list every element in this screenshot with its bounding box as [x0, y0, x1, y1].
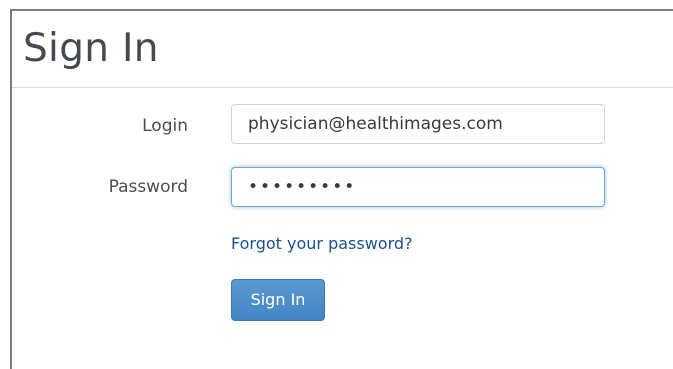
sign-in-button[interactable]: Sign In [231, 279, 325, 321]
password-label: Password [108, 177, 188, 197]
forgot-password-link[interactable]: Forgot your password? [231, 233, 413, 255]
login-input[interactable] [231, 104, 605, 144]
title-divider [12, 87, 673, 88]
password-input[interactable] [231, 167, 605, 207]
page-title: Sign In [23, 26, 159, 71]
login-label: Login [142, 116, 188, 136]
sign-in-panel: Sign In Login Password Forgot your passw… [10, 9, 673, 369]
